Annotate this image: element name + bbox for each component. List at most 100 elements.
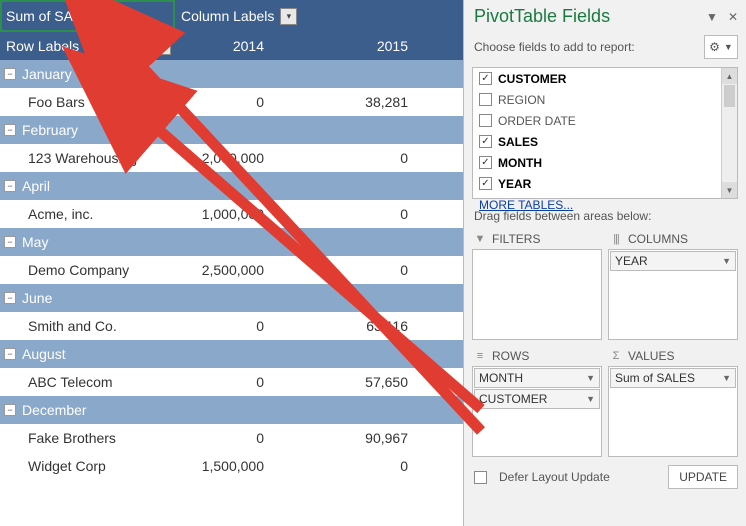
scroll-up-button[interactable]: ▲ xyxy=(722,68,737,84)
customer-cell: Smith and Co. xyxy=(0,318,175,334)
month-row[interactable]: −August xyxy=(0,340,463,368)
data-row[interactable]: 123 Warehousing2,000,0000 xyxy=(0,144,463,172)
customer-cell: ABC Telecom xyxy=(0,374,175,390)
area-field-pill[interactable]: YEAR▼ xyxy=(610,251,736,271)
year-2014-header[interactable]: 2014 xyxy=(175,38,319,54)
values-dropzone[interactable]: Sum of SALES▼ xyxy=(608,366,738,457)
columns-area-label: COLUMNS xyxy=(628,232,688,246)
rows-dropzone[interactable]: MONTH▼ CUSTOMER ▼ xyxy=(472,366,602,457)
columns-icon: ||| xyxy=(610,233,622,245)
month-label: April xyxy=(22,178,50,194)
value-2015: 63,116 xyxy=(319,318,463,334)
month-label: May xyxy=(22,234,48,250)
data-row[interactable]: Widget Corp1,500,0000 xyxy=(0,452,463,480)
filters-area-label: FILTERS xyxy=(492,232,540,246)
field-item[interactable]: ✓ MONTH xyxy=(473,152,737,173)
area-field-pill[interactable]: Sum of SALES▼ xyxy=(610,368,736,388)
data-row[interactable]: Fake Brothers090,967 xyxy=(0,424,463,452)
values-area: ΣVALUES Sum of SALES▼ xyxy=(608,346,738,457)
data-row[interactable]: ABC Telecom057,650 xyxy=(0,368,463,396)
customer-cell: Foo Bars xyxy=(0,94,175,110)
data-row[interactable]: Smith and Co.063,116 xyxy=(0,312,463,340)
pill-dropdown-icon[interactable]: ▼ xyxy=(586,373,595,383)
field-item[interactable]: REGION xyxy=(473,89,737,110)
dropdown-arrow-icon[interactable]: ▼ xyxy=(706,10,718,24)
value-2014: 1,000,000 xyxy=(175,206,319,222)
month-label: February xyxy=(22,122,78,138)
rows-icon: ≡ xyxy=(474,350,486,362)
field-label: MONTH xyxy=(498,156,542,170)
column-filter-button[interactable]: ▾ xyxy=(280,8,297,25)
defer-update-checkbox[interactable] xyxy=(474,471,487,484)
field-checkbox[interactable]: ✓ xyxy=(479,177,492,190)
corner-label: Sum of SALES xyxy=(6,8,99,24)
column-labels-cell[interactable]: Column Labels▾ xyxy=(175,0,319,32)
value-2014: 0 xyxy=(175,374,319,390)
field-item[interactable]: ✓YEAR xyxy=(473,173,737,194)
collapse-icon[interactable]: − xyxy=(4,404,16,416)
field-options-button[interactable]: ⚙ ▼ xyxy=(704,35,738,59)
field-label: REGION xyxy=(498,93,545,107)
collapse-icon[interactable]: − xyxy=(4,124,16,136)
month-row[interactable]: −January xyxy=(0,60,463,88)
value-2015: 0 xyxy=(319,458,463,474)
value-2014: 2,000,000 xyxy=(175,150,319,166)
chevron-down-icon: ▼ xyxy=(724,42,733,52)
scroll-thumb[interactable] xyxy=(724,85,735,107)
pill-dropdown-icon[interactable]: ▼ xyxy=(722,256,731,266)
area-field-pill[interactable]: MONTH▼ xyxy=(474,368,600,388)
close-icon[interactable]: ✕ xyxy=(728,10,738,24)
pill-label: CUSTOMER xyxy=(479,392,547,406)
month-row[interactable]: −May xyxy=(0,228,463,256)
areas-grid: ▼FILTERS |||COLUMNS YEAR▼ ≡ROWS MONTH▼CU… xyxy=(464,229,746,457)
field-label: ORDER DATE xyxy=(498,114,576,128)
year-2015-header[interactable]: 2015 xyxy=(319,38,463,54)
columns-dropzone[interactable]: YEAR▼ xyxy=(608,249,738,340)
rows-area-label: ROWS xyxy=(492,349,529,363)
area-field-pill[interactable]: CUSTOMER ▼ xyxy=(474,389,600,409)
pill-dropdown-icon[interactable]: ▼ xyxy=(586,394,595,404)
sigma-icon: Σ xyxy=(610,350,622,362)
collapse-icon[interactable]: − xyxy=(4,292,16,304)
data-row[interactable]: Demo Company2,500,0000 xyxy=(0,256,463,284)
scroll-down-button[interactable]: ▼ xyxy=(722,182,737,198)
collapse-icon[interactable]: − xyxy=(4,348,16,360)
field-checkbox[interactable]: ✓ xyxy=(479,156,492,169)
field-checkbox[interactable] xyxy=(479,93,492,106)
field-checkbox[interactable]: ✓ xyxy=(479,72,492,85)
collapse-icon[interactable]: − xyxy=(4,180,16,192)
pivot-table: Sum of SALES Column Labels▾ Row Labels ↓… xyxy=(0,0,463,526)
value-2015: 0 xyxy=(319,150,463,166)
collapse-icon[interactable]: − xyxy=(4,236,16,248)
field-list-scrollbar[interactable]: ▲ ▼ xyxy=(721,68,737,198)
month-row[interactable]: −February xyxy=(0,116,463,144)
field-checkbox[interactable]: ✓ xyxy=(479,135,492,148)
defer-update-label[interactable]: Defer Layout Update xyxy=(474,470,610,484)
header-spacer xyxy=(319,0,463,32)
columns-area: ||| COLUMNS YEAR▼ xyxy=(608,229,738,340)
row-labels-cell[interactable]: Row Labels ↓▾ xyxy=(0,30,175,62)
month-row[interactable]: −April xyxy=(0,172,463,200)
gear-icon: ⚙ xyxy=(709,40,720,54)
data-row[interactable]: Foo Bars038,281 xyxy=(0,88,463,116)
field-item[interactable]: ✓SALES xyxy=(473,131,737,152)
pill-dropdown-icon[interactable]: ▼ xyxy=(722,373,731,383)
value-2015: 57,650 xyxy=(319,374,463,390)
field-item[interactable]: ORDER DATE xyxy=(473,110,737,131)
field-list: ✓CUSTOMERREGIONORDER DATE✓SALES✓MONTH✓YE… xyxy=(472,67,738,199)
data-row[interactable]: Acme, inc.1,000,0000 xyxy=(0,200,463,228)
collapse-icon[interactable]: − xyxy=(4,68,16,80)
more-tables-link[interactable]: MORE TABLES... xyxy=(473,194,737,212)
field-checkbox[interactable] xyxy=(479,114,492,127)
filters-area: ▼FILTERS xyxy=(472,229,602,340)
customer-cell: Demo Company xyxy=(0,262,175,278)
update-button[interactable]: UPDATE xyxy=(668,465,738,489)
month-row[interactable]: −December xyxy=(0,396,463,424)
row-filter-button[interactable]: ↓▾ xyxy=(154,38,171,55)
field-item[interactable]: ✓CUSTOMER xyxy=(473,68,737,89)
value-2014: 1,500,000 xyxy=(175,458,319,474)
filters-dropzone[interactable] xyxy=(472,249,602,340)
value-2015: 0 xyxy=(319,262,463,278)
month-row[interactable]: −June xyxy=(0,284,463,312)
corner-cell[interactable]: Sum of SALES xyxy=(0,0,175,32)
